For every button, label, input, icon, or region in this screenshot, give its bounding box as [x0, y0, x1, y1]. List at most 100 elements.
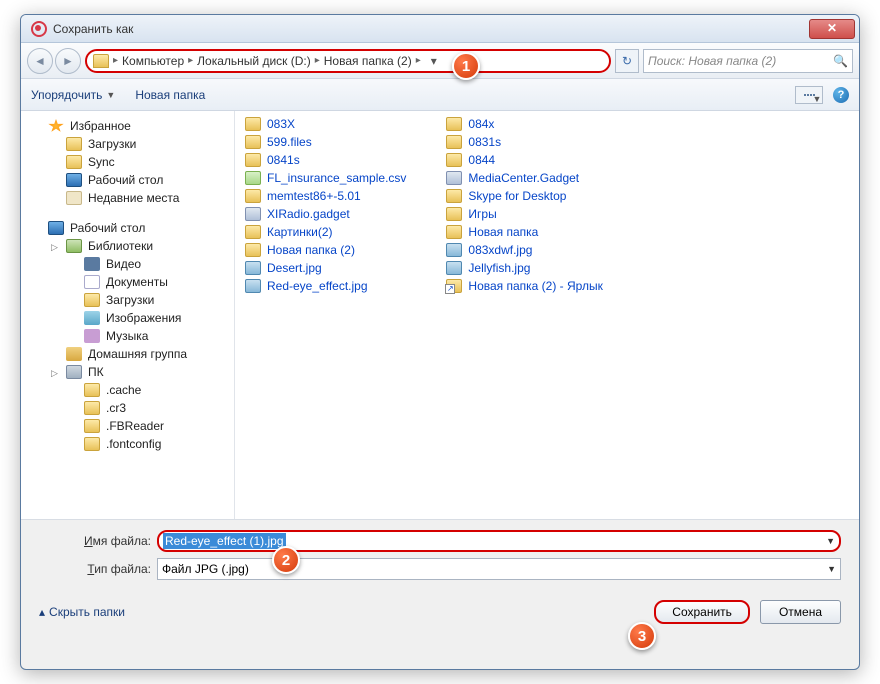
tree-item[interactable]: .FBReader [21, 417, 234, 435]
tree-item[interactable]: .fontconfig [21, 435, 234, 453]
file-item[interactable]: Картинки(2) [245, 225, 406, 239]
folder-icon [245, 153, 261, 167]
file-name: Red-eye_effect.jpg [267, 279, 368, 293]
tree-item[interactable]: Рабочий стол [21, 171, 234, 189]
file-name: Новая папка [468, 225, 538, 239]
file-name: 0831s [468, 135, 501, 149]
breadcrumb-dropdown[interactable]: ▾ [425, 54, 443, 68]
file-item[interactable]: Jellyfish.jpg [446, 261, 602, 275]
tree-item[interactable]: Загрузки [21, 291, 234, 309]
tree-item[interactable]: Изображения [21, 309, 234, 327]
filetype-select[interactable]: Файл JPG (.jpg) ▼ [157, 558, 841, 580]
back-button[interactable]: ◄ [27, 48, 53, 74]
organize-menu[interactable]: Упорядочить ▼ [31, 88, 115, 102]
tree-item[interactable]: Музыка [21, 327, 234, 345]
file-item[interactable]: FL_insurance_sample.csv [245, 171, 406, 185]
tree-item[interactable]: Документы [21, 273, 234, 291]
search-input[interactable]: Поиск: Новая папка (2) 🔍 [643, 49, 853, 73]
breadcrumb[interactable]: ▸ Компьютер ▸ Локальный диск (D:) ▸ Нова… [85, 49, 611, 73]
chevron-down-icon[interactable]: ▼ [826, 536, 835, 546]
chevron-down-icon[interactable]: ▼ [827, 564, 836, 574]
tree-label: Загрузки [88, 137, 136, 151]
file-item[interactable]: Skype for Desktop [446, 189, 602, 203]
breadcrumb-item[interactable]: Новая папка (2) [324, 54, 412, 68]
filename-value: Red-eye_effect (1).jpg [163, 533, 286, 549]
folder-icon [84, 293, 100, 307]
img-icon [84, 311, 100, 325]
file-item[interactable]: XIRadio.gadget [245, 207, 406, 221]
expand-icon[interactable]: ▷ [51, 242, 60, 251]
hide-folders-link[interactable]: ▴ Скрыть папки [39, 605, 125, 619]
folder-icon [245, 135, 261, 149]
file-item[interactable]: 0841s [245, 153, 406, 167]
nav-bar: ◄ ► ▸ Компьютер ▸ Локальный диск (D:) ▸ … [21, 43, 859, 79]
folder-icon [245, 117, 261, 131]
tree-item[interactable]: .cr3 [21, 399, 234, 417]
filename-label: Имя файла: [39, 534, 157, 548]
folder-icon [84, 419, 100, 433]
file-item[interactable]: memtest86+-5.01 [245, 189, 406, 203]
save-button[interactable]: Сохранить [654, 600, 750, 624]
chevron-right-icon: ▸ [111, 55, 120, 66]
file-item[interactable]: 084x [446, 117, 602, 131]
tree-label: ПК [88, 365, 104, 379]
tree-item[interactable]: ▷Библиотеки [21, 237, 234, 255]
filetype-value: Файл JPG (.jpg) [162, 562, 249, 576]
file-item[interactable]: 083xdwf.jpg [446, 243, 602, 257]
tree-label: Музыка [106, 329, 148, 343]
file-item[interactable]: 599.files [245, 135, 406, 149]
file-item[interactable]: 0831s [446, 135, 602, 149]
desktop-icon [66, 173, 82, 187]
home-icon [66, 347, 82, 361]
music-icon [84, 329, 100, 343]
tree-item[interactable]: Домашняя группа [21, 345, 234, 363]
file-name: Jellyfish.jpg [468, 261, 530, 275]
file-name: 083xdwf.jpg [468, 243, 532, 257]
tree-item[interactable]: Видео [21, 255, 234, 273]
file-item[interactable]: 0844 [446, 153, 602, 167]
expand-icon[interactable]: ▷ [51, 368, 60, 377]
window-title: Сохранить как [53, 22, 809, 36]
file-list[interactable]: 083X 599.files 0841s FL_insurance_sample.cs… [235, 111, 859, 519]
file-item[interactable]: Новая папка (2) - Ярлык [446, 279, 602, 293]
tree-item[interactable]: Загрузки [21, 135, 234, 153]
titlebar: Сохранить как ✕ [21, 15, 859, 43]
tree-item[interactable]: Избранное [21, 117, 234, 135]
breadcrumb-item[interactable]: Компьютер [122, 54, 184, 68]
breadcrumb-item[interactable]: Локальный диск (D:) [197, 54, 311, 68]
tree-item[interactable]: Рабочий стол [21, 219, 234, 237]
file-item[interactable]: 083X [245, 117, 406, 131]
tree-item[interactable]: Недавние места [21, 189, 234, 207]
view-options-button[interactable]: ▼ [795, 86, 823, 104]
filetype-label: Тип файла: [39, 562, 157, 576]
tree-label: .fontconfig [106, 437, 161, 451]
new-folder-button[interactable]: Новая папка [135, 88, 205, 102]
folder-icon [245, 243, 261, 257]
close-button[interactable]: ✕ [809, 19, 855, 39]
filename-input[interactable]: Red-eye_effect (1).jpg ▼ [157, 530, 841, 552]
folder-icon [93, 54, 109, 68]
cancel-button[interactable]: Отмена [760, 600, 841, 624]
refresh-button[interactable]: ↻ [615, 49, 639, 73]
chevron-down-icon: ▼ [106, 90, 115, 100]
video-icon [84, 257, 100, 271]
sidebar-tree[interactable]: ИзбранноеЗагрузкиSyncРабочий столНедавни… [21, 111, 235, 519]
file-name: Desert.jpg [267, 261, 322, 275]
forward-button[interactable]: ► [55, 48, 81, 74]
lib-icon [66, 239, 82, 253]
file-item[interactable]: Desert.jpg [245, 261, 406, 275]
file-item[interactable]: Новая папка [446, 225, 602, 239]
file-item[interactable]: Red-eye_effect.jpg [245, 279, 406, 293]
recent-icon [66, 191, 82, 205]
file-item[interactable]: MediaCenter.Gadget [446, 171, 602, 185]
file-name: Skype for Desktop [468, 189, 566, 203]
folder-icon [446, 225, 462, 239]
folder-icon [84, 437, 100, 451]
tree-item[interactable]: Sync [21, 153, 234, 171]
help-icon[interactable]: ? [833, 87, 849, 103]
tree-item[interactable]: ▷ ПК [21, 363, 234, 381]
file-name: 084x [468, 117, 494, 131]
file-item[interactable]: Новая папка (2) [245, 243, 406, 257]
file-item[interactable]: Игры [446, 207, 602, 221]
tree-item[interactable]: .cache [21, 381, 234, 399]
